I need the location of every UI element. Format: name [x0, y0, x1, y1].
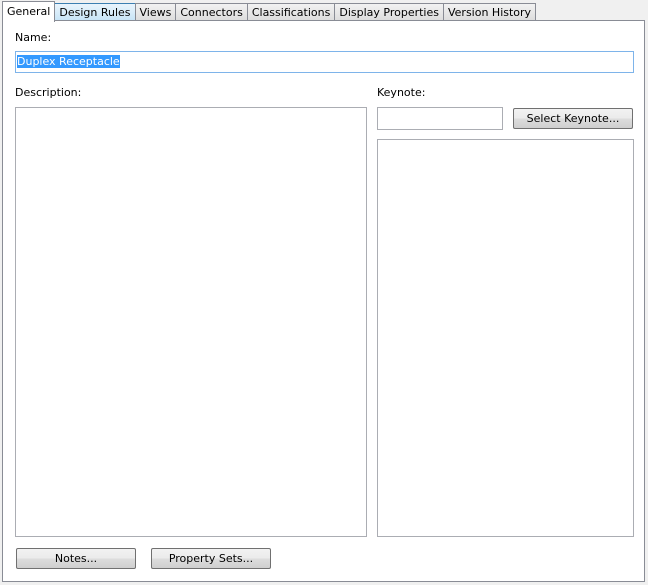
tab-version-history[interactable]: Version History — [442, 3, 537, 21]
select-keynote-button[interactable]: Select Keynote... — [513, 108, 633, 129]
tab-strip: General Design Rules Views Connectors Cl… — [2, 0, 537, 22]
keynote-label: Keynote: — [377, 86, 426, 99]
tab-classifications[interactable]: Classifications — [246, 3, 336, 21]
description-label: Description: — [15, 86, 82, 99]
keynote-input[interactable] — [377, 107, 503, 130]
description-textarea[interactable] — [15, 107, 367, 537]
object-properties-dialog: General Design Rules Views Connectors Cl… — [0, 0, 648, 585]
property-sets-button[interactable]: Property Sets... — [151, 548, 271, 569]
tab-general[interactable]: General — [2, 1, 56, 22]
tab-connectors[interactable]: Connectors — [175, 3, 248, 21]
name-label: Name: — [15, 31, 52, 44]
notes-button[interactable]: Notes... — [16, 548, 136, 569]
name-input[interactable]: Duplex Receptacle — [15, 51, 634, 73]
keynote-text-area[interactable] — [377, 139, 634, 537]
name-input-selected-text: Duplex Receptacle — [17, 55, 120, 68]
tab-display-properties[interactable]: Display Properties — [334, 3, 444, 21]
tab-views[interactable]: Views — [134, 3, 177, 21]
tab-design-rules[interactable]: Design Rules — [54, 3, 136, 21]
